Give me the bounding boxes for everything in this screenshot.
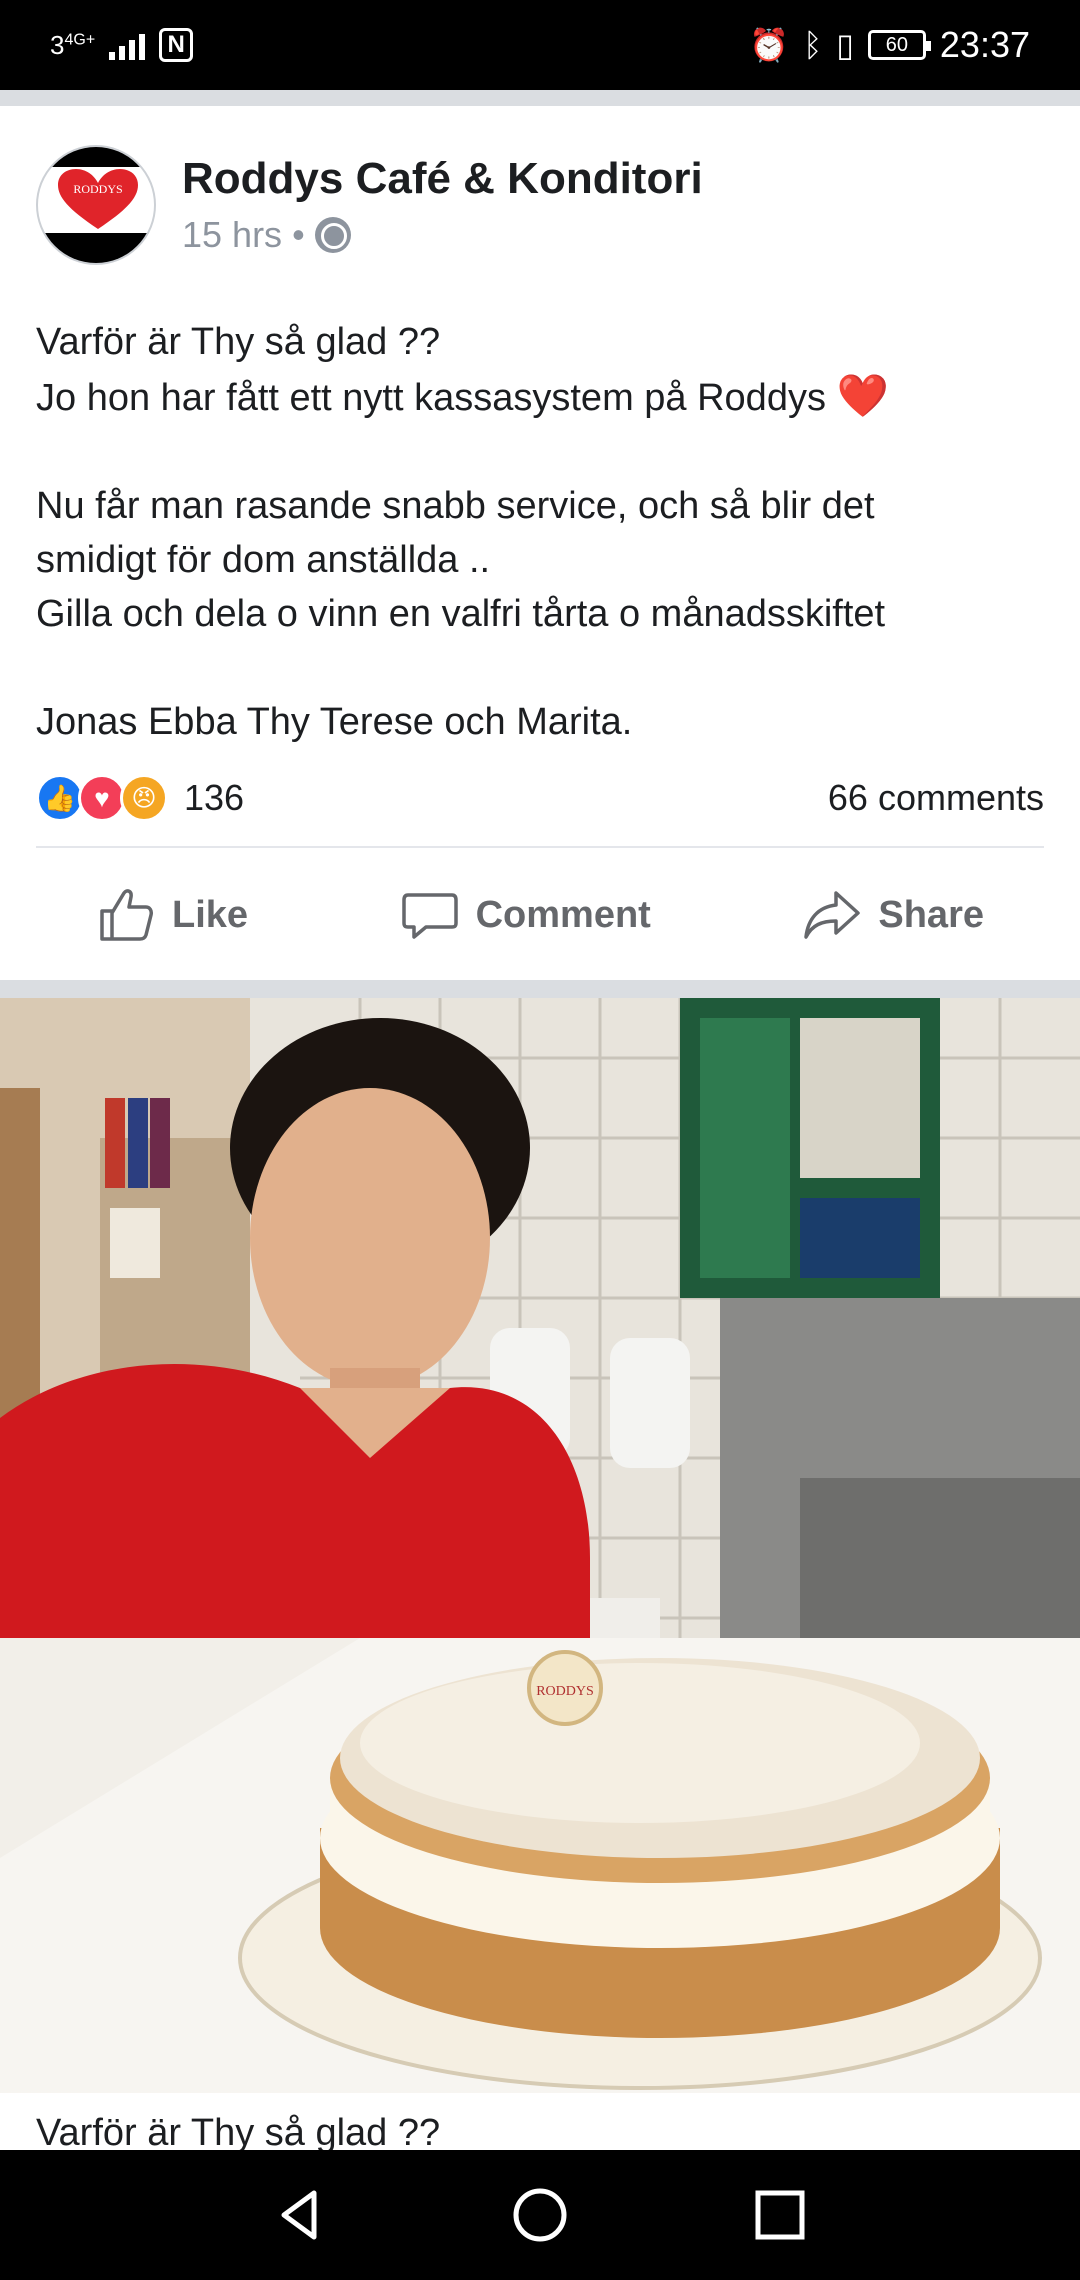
post-line: Jo hon har fått ett nytt kassasystem på … xyxy=(36,369,1046,425)
network-slot: 3 xyxy=(50,29,65,60)
clock: 23:37 xyxy=(939,24,1030,65)
nfc-icon: N xyxy=(159,28,194,62)
status-bar: 34G+ N ⏰ ᛒ ▯ 60 23:37 xyxy=(0,0,1080,90)
comment-label: Comment xyxy=(475,893,651,936)
post-text: Varför är Thy så glad ?? Jo hon har fått… xyxy=(36,315,1046,749)
post-photo[interactable]: RODDYS xyxy=(0,998,1080,2093)
globe-icon xyxy=(314,217,351,253)
meta-separator: • xyxy=(292,214,305,255)
cake-topper-text: RODDYS xyxy=(536,1684,594,1699)
avatar[interactable]: RODDYS xyxy=(36,145,156,265)
author-block: Roddys Café & Konditori 15 hrs • xyxy=(182,154,703,256)
status-right: ⏰ ᛒ ▯ 60 23:37 xyxy=(749,24,1030,66)
cake xyxy=(320,1658,1000,2038)
author-name[interactable]: Roddys Café & Konditori xyxy=(182,154,703,204)
home-circle-icon xyxy=(513,2188,567,2242)
divider xyxy=(36,846,1044,848)
status-left: 34G+ N xyxy=(50,28,194,62)
post-header: RODDYS Roddys Café & Konditori 15 hrs • xyxy=(36,140,1046,270)
like-label: Like xyxy=(172,893,249,936)
network-type: 4G+ xyxy=(64,30,96,48)
bakery-photo: RODDYS xyxy=(0,998,1080,2093)
signal-icon xyxy=(109,30,146,60)
post-actions: Like Comment Share xyxy=(36,860,1044,970)
battery-icon: 60 xyxy=(867,30,931,60)
avatar-stripe-top xyxy=(38,147,154,167)
feed-separator xyxy=(0,980,1080,998)
comments-count[interactable]: 66 comments xyxy=(828,777,1044,819)
navigation-bar xyxy=(0,2150,1080,2280)
recents-button[interactable] xyxy=(740,2175,820,2255)
share-button[interactable]: Share xyxy=(742,860,1044,970)
post-line: Nu får man rasande snabb service, och så… xyxy=(36,485,875,527)
heart-emoji-icon: ❤️ xyxy=(836,372,889,419)
avatar-stripe-bottom xyxy=(38,233,154,263)
comment-icon xyxy=(401,893,458,939)
vibrate-icon: ▯ xyxy=(836,27,854,63)
share-icon xyxy=(804,891,861,939)
share-label: Share xyxy=(878,893,984,936)
comment-button[interactable]: Comment xyxy=(340,860,711,970)
post-time[interactable]: 15 hrs xyxy=(182,214,282,256)
reaction-summary[interactable]: 👍 ♥ 😠 136 xyxy=(36,774,244,822)
post-meta: 15 hrs • xyxy=(182,214,703,256)
reactions-row: 👍 ♥ 😠 136 66 comments xyxy=(36,768,1044,828)
soap-dispenser xyxy=(610,1338,690,1468)
heart-logo-icon: RODDYS xyxy=(58,169,138,229)
recents-square-icon xyxy=(755,2190,805,2240)
post-line: Gilla och dela o vinn en valfri tårta o … xyxy=(36,593,886,635)
love-icon: ♥ xyxy=(78,774,126,822)
post-line: Varför är Thy så glad ?? xyxy=(36,321,441,363)
like-button[interactable]: Like xyxy=(36,860,308,970)
bluetooth-icon: ᛒ xyxy=(803,26,823,63)
cake-topper: RODDYS xyxy=(527,1650,603,1726)
next-post-caption: Varför är Thy så glad ?? xyxy=(36,2112,441,2154)
alarm-icon: ⏰ xyxy=(749,27,790,63)
avatar-text: RODDYS xyxy=(73,182,122,196)
home-button[interactable] xyxy=(500,2175,580,2255)
post-line-text: Jo hon har fått ett nytt kassasystem på … xyxy=(36,377,826,419)
thumbs-up-icon xyxy=(100,889,153,941)
post-line: Jonas Ebba Thy Terese och Marita. xyxy=(36,701,633,743)
reaction-count: 136 xyxy=(184,777,245,818)
post-line: smidigt för dom anställda .. xyxy=(36,539,491,581)
back-triangle-icon xyxy=(281,2190,317,2240)
feed-separator xyxy=(0,90,1080,106)
like-icon: 👍 xyxy=(36,774,84,822)
network-indicator: 34G+ xyxy=(50,30,95,61)
angry-icon: 😠 xyxy=(120,774,168,822)
back-button[interactable] xyxy=(260,2175,340,2255)
